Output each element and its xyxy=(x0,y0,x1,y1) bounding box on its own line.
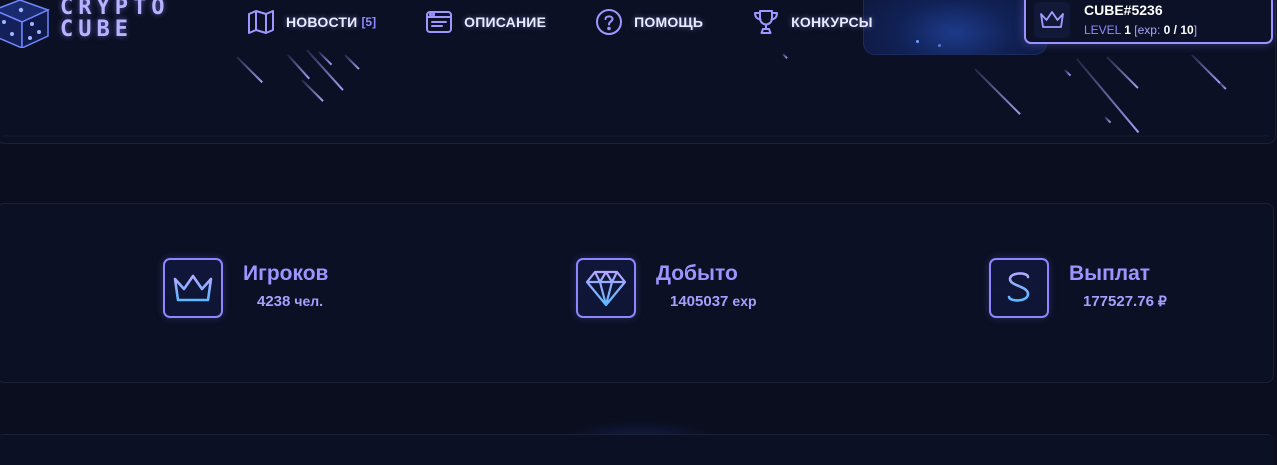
stat-mined-unit: exp xyxy=(732,293,757,309)
decorative-streak xyxy=(344,54,360,70)
diamond-icon xyxy=(576,258,636,318)
dollar-icon xyxy=(989,258,1049,318)
hero-inner-edge xyxy=(3,135,1269,137)
site-header: CRYPTO CUBE НОВОСТИ [5] ОПИСАНИЕ ПОМОЩЬ … xyxy=(0,0,1277,48)
level-label: LEVEL xyxy=(1084,23,1121,37)
nav-contests-label: КОНКУРСЫ xyxy=(791,14,873,30)
username: CUBE#5236 xyxy=(1084,2,1163,18)
decorative-streak xyxy=(306,49,344,91)
logo[interactable]: CRYPTO CUBE xyxy=(0,0,200,48)
bottom-panel xyxy=(0,434,1274,465)
decorative-streak xyxy=(236,56,263,83)
exp-value: 0 / 10 xyxy=(1163,23,1194,37)
decorative-streak xyxy=(974,68,1021,115)
nav-news-label: НОВОСТИ xyxy=(286,14,358,30)
nav-description-label: ОПИСАНИЕ xyxy=(464,14,547,30)
crown-icon xyxy=(1034,2,1070,38)
exp-open: [exp: xyxy=(1134,23,1164,37)
crown-icon xyxy=(163,258,223,318)
dice-cube-icon xyxy=(0,0,50,48)
logo-text: CRYPTO CUBE xyxy=(60,0,169,41)
news-count-badge: [5] xyxy=(361,15,377,29)
browser-window-icon xyxy=(424,8,454,36)
stat-mined-number: 1405037 xyxy=(670,293,729,310)
map-icon xyxy=(246,8,276,36)
stat-players-value: 4238 чел. xyxy=(257,293,323,310)
trophy-icon xyxy=(751,8,781,36)
help-circle-icon xyxy=(594,8,624,36)
decorative-streak xyxy=(1104,116,1112,123)
stat-mined-title: Добыто xyxy=(656,262,738,285)
nav-item-contests[interactable]: КОНКУРСЫ xyxy=(751,8,873,36)
stat-players-unit: чел. xyxy=(294,293,324,309)
stats-panel: Игроков 4238 чел. Добыто 1405037 exp Вып… xyxy=(0,203,1274,383)
main-nav: НОВОСТИ [5] ОПИСАНИЕ ПОМОЩЬ КОНКУРСЫ xyxy=(246,8,873,36)
decorative-streak xyxy=(782,53,788,59)
stat-players-number: 4238 xyxy=(257,293,291,310)
decorative-streak xyxy=(301,79,324,102)
decorative-streak xyxy=(287,54,310,80)
nav-item-news[interactable]: НОВОСТИ [5] xyxy=(246,8,376,36)
user-profile-card[interactable]: CUBE#5236 LEVEL 1 [exp: 0 / 10] xyxy=(1024,0,1273,44)
decorative-streak xyxy=(1106,56,1139,89)
decorative-streak xyxy=(1064,69,1072,76)
stat-payouts-unit: ₽ xyxy=(1157,293,1167,309)
stat-payouts-value: 177527.76 ₽ xyxy=(1083,293,1167,310)
stat-payouts-number: 177527.76 xyxy=(1083,293,1154,310)
nav-help-label: ПОМОЩЬ xyxy=(634,14,704,30)
nav-item-help[interactable]: ПОМОЩЬ xyxy=(594,8,703,36)
exp-close: ] xyxy=(1193,23,1198,37)
decorative-streak xyxy=(1191,54,1221,84)
nav-item-description[interactable]: ОПИСАНИЕ xyxy=(424,8,546,36)
logo-line-2: CUBE xyxy=(60,17,133,42)
stat-players-title: Игроков xyxy=(243,262,329,285)
stat-payouts-title: Выплат xyxy=(1069,262,1151,285)
level-value: 1 xyxy=(1124,23,1131,37)
stat-mined-value: 1405037 exp xyxy=(670,293,757,310)
user-level-info: LEVEL 1 [exp: 0 / 10] xyxy=(1084,23,1197,37)
decorative-streak xyxy=(1218,81,1227,90)
